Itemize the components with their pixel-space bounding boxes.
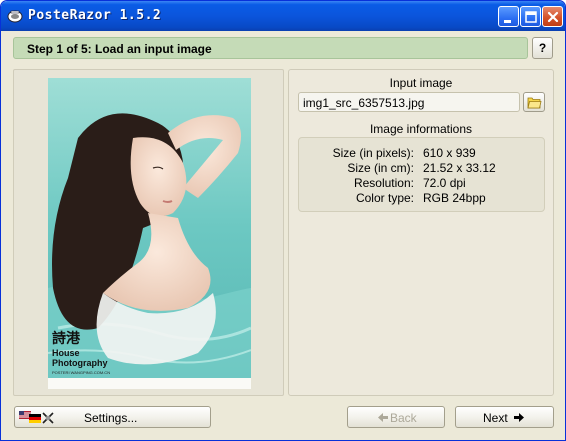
info-key: Size (in cm): (347, 161, 414, 175)
maximize-icon (525, 11, 537, 23)
image-info-title: Image informations (369, 122, 473, 136)
back-label: Back (390, 411, 417, 425)
image-info-box: Size (in pixels): 610 x 939 Size (in cm)… (298, 137, 545, 212)
info-value: 610 x 939 (423, 146, 476, 160)
svg-text:詩港: 詩港 (52, 330, 81, 347)
info-value: RGB 24bpp (423, 191, 486, 205)
maximize-button[interactable] (520, 6, 541, 27)
image-preview: 詩港 House Photography POSTERI WANGPING.CO… (48, 78, 251, 389)
minimize-icon (504, 20, 511, 23)
title-bar[interactable]: PosteRazor 1.5.2 (1, 1, 565, 31)
arrow-right-icon (514, 413, 524, 422)
info-key: Size (in pixels): (332, 146, 414, 160)
input-image-title: Input image (389, 76, 453, 90)
settings-button[interactable]: Settings... (14, 406, 211, 428)
folder-open-icon (527, 97, 542, 109)
close-button[interactable] (542, 6, 563, 27)
info-row-resolution: Resolution: 72.0 dpi (299, 176, 544, 191)
info-key: Color type: (355, 191, 414, 205)
next-button[interactable]: Next (455, 406, 554, 428)
window-title: PosteRazor 1.5.2 (28, 8, 162, 23)
info-value: 72.0 dpi (423, 176, 466, 190)
app-logo-icon (7, 10, 23, 23)
back-button[interactable]: Back (347, 406, 445, 428)
open-image-button[interactable] (523, 92, 545, 112)
info-key: Resolution: (353, 176, 414, 190)
info-row-size-pixels: Size (in pixels): 610 x 939 (299, 146, 544, 161)
settings-label: Settings... (84, 411, 138, 425)
watermark-small: POSTERI WANGPING.COM.CN (52, 370, 110, 375)
language-flags-icon (19, 411, 54, 424)
watermark-house: House (52, 348, 80, 358)
close-icon (547, 11, 559, 23)
input-settings-panel: Input image img1_src_6357513.jpg Image i… (288, 69, 554, 396)
info-value: 21.52 x 33.12 (423, 161, 496, 175)
watermark-photography: Photography (52, 358, 108, 368)
info-row-color-type: Color type: RGB 24bpp (299, 191, 544, 206)
posterazor-window: PosteRazor 1.5.2 Step 1 of 5: Load an in… (0, 0, 566, 441)
help-button[interactable]: ? (532, 37, 553, 59)
info-row-size-cm: Size (in cm): 21.52 x 33.12 (299, 161, 544, 176)
next-label: Next (483, 411, 508, 425)
image-preview-panel: 詩港 House Photography POSTERI WANGPING.CO… (13, 69, 284, 396)
arrow-left-icon (378, 413, 388, 422)
step-title: Step 1 of 5: Load an input image (27, 42, 212, 56)
minimize-button[interactable] (498, 6, 519, 27)
step-header: Step 1 of 5: Load an input image (13, 37, 528, 59)
input-image-filename[interactable]: img1_src_6357513.jpg (298, 92, 520, 112)
preview-photo: 詩港 House Photography POSTERI WANGPING.CO… (48, 78, 251, 389)
